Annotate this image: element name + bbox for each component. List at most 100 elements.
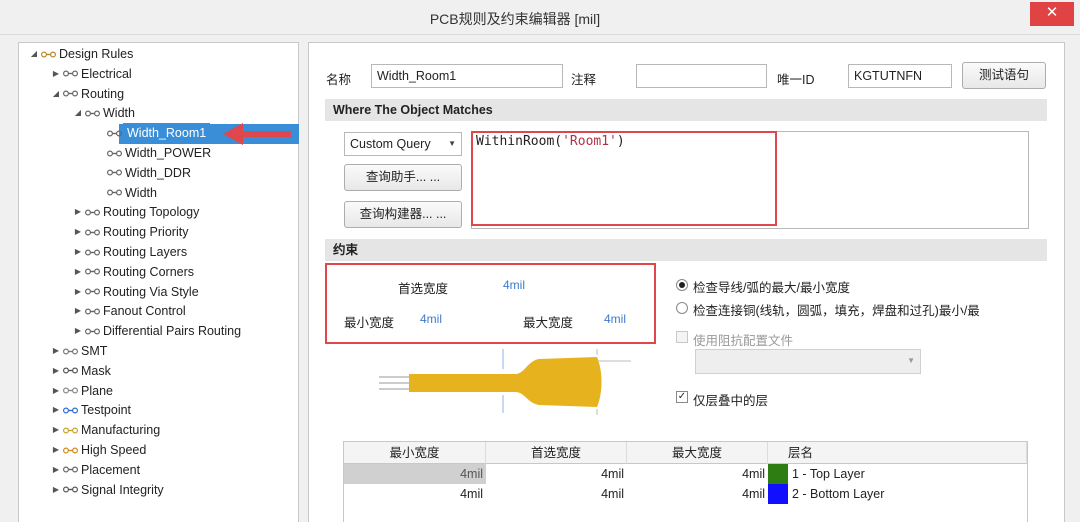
comment-label: 注释 [571, 73, 597, 87]
tree-item-high-speed[interactable]: ▶ High Speed [49, 440, 146, 460]
tree-item-label: Electrical [81, 66, 132, 81]
collapse-toggle-icon[interactable]: ◢ [49, 84, 63, 104]
tree-item-label: Manufacturing [81, 423, 161, 438]
tree-item-fanout-control[interactable]: ▶ Fanout Control [71, 301, 186, 321]
red-arrow-annotation [223, 123, 291, 145]
tree-item-width[interactable]: Width [93, 183, 157, 203]
tree-item-manufacturing[interactable]: ▶ Manufacturing [49, 420, 160, 440]
expand-toggle-icon[interactable]: ▶ [71, 282, 85, 302]
query-type-select[interactable]: Custom Query ▼ [344, 132, 462, 156]
expand-toggle-icon[interactable]: ▶ [71, 321, 85, 341]
expand-toggle-icon[interactable]: ▶ [49, 480, 63, 500]
tree-item-width-room1-selected[interactable]: Width_Room1 [93, 123, 211, 144]
tree-item-plane[interactable]: ▶ Plane [49, 381, 113, 401]
unique-id-field[interactable]: KGTUTNFN [848, 64, 952, 88]
high-speed-icon [63, 444, 78, 457]
stack-layers-only-checkbox[interactable]: ✓ [676, 391, 688, 403]
collapse-toggle-icon[interactable]: ◢ [27, 44, 41, 64]
row2-max[interactable]: 4mil [627, 484, 768, 504]
expand-toggle-icon[interactable]: ▶ [49, 400, 63, 420]
row1-min[interactable]: 4mil [344, 464, 486, 484]
tree-item-label: Routing Corners [103, 264, 195, 279]
tree-item-label: Routing Via Style [103, 284, 199, 299]
impedance-profile-label: 使用阻抗配置文件 [693, 334, 794, 348]
expand-toggle-icon[interactable]: ▶ [71, 202, 85, 222]
comment-field[interactable] [636, 64, 767, 88]
routing-topology-icon [85, 206, 100, 219]
trace-width-diagram [379, 349, 631, 415]
title-bar: PCB规则及约束编辑器 [mil] ✕ [0, 0, 1080, 35]
tree-item-label: Routing Layers [103, 245, 188, 259]
tree-item-label: Width [103, 106, 135, 121]
testpoint-icon [63, 404, 78, 417]
tree-item-routing-layers[interactable]: ▶ Routing Layers [71, 242, 187, 262]
tree-item-testpoint[interactable]: ▶ Testpoint [49, 400, 131, 420]
rules-tree[interactable]: ◢ Design Rules ▶ Electrical ◢ Routing ◢ Width Wi… [18, 42, 299, 522]
tree-item-routing-corners[interactable]: ▶ Routing Corners [71, 262, 194, 282]
plane-icon [63, 384, 78, 397]
tree-item-routing[interactable]: ◢ Routing [49, 84, 124, 104]
expand-toggle-icon[interactable]: ▶ [49, 440, 63, 460]
name-field[interactable]: Width_Room1 [371, 64, 563, 88]
differential-pairs-icon [85, 325, 100, 338]
expand-toggle-icon[interactable]: ▶ [71, 301, 85, 321]
expand-toggle-icon[interactable]: ▶ [71, 222, 85, 242]
impedance-profile-select[interactable]: ▼ [695, 349, 921, 374]
col-header-preferred[interactable]: 首选宽度 [486, 442, 627, 464]
expand-toggle-icon[interactable]: ▶ [71, 242, 85, 262]
col-header-layer[interactable]: 层名 [768, 442, 1027, 464]
tree-item-differential-pairs-routing[interactable]: ▶ Differential Pairs Routing [71, 321, 241, 341]
tree-item-width-power[interactable]: Width_POWER [93, 143, 211, 163]
tree-item-signal-integrity[interactable]: ▶ Signal Integrity [49, 480, 164, 500]
tree-item-routing-priority[interactable]: ▶ Routing Priority [71, 222, 189, 242]
design-rules-icon [41, 48, 56, 61]
expand-toggle-icon[interactable]: ▶ [49, 361, 63, 381]
expand-toggle-icon[interactable]: ▶ [49, 460, 63, 480]
tree-item-routing-via-style[interactable]: ▶ Routing Via Style [71, 282, 199, 302]
col-header-max[interactable]: 最大宽度 [627, 442, 768, 464]
smt-icon [63, 345, 78, 358]
test-query-button[interactable]: 测试语句 [962, 62, 1046, 89]
close-button[interactable]: ✕ [1030, 2, 1074, 26]
row1-layer-name[interactable]: 1 - Top Layer [788, 464, 1027, 484]
stack-layers-only-label: 仅层叠中的层 [693, 394, 769, 408]
tree-item-design-rules[interactable]: ◢ Design Rules [27, 44, 133, 64]
tree-item-label: Testpoint [81, 403, 132, 418]
row2-preferred[interactable]: 4mil [486, 484, 627, 504]
tree-item-label: Routing [81, 86, 125, 101]
tree-item-mask[interactable]: ▶ Mask [49, 361, 111, 381]
expand-toggle-icon[interactable]: ▶ [49, 420, 63, 440]
width-rule-icon [107, 127, 122, 140]
tree-item-width-ddr[interactable]: Width_DDR [93, 163, 191, 183]
tree-item-electrical[interactable]: ▶ Electrical [49, 64, 132, 84]
tree-item-label: Width_DDR [125, 165, 191, 180]
row2-min[interactable]: 4mil [344, 484, 486, 504]
routing-corners-icon [85, 265, 100, 278]
check-trace-width-radio[interactable] [676, 279, 688, 291]
width-rule-icon [107, 166, 122, 179]
expand-toggle-icon[interactable]: ▶ [71, 262, 85, 282]
query-helper-button[interactable]: 查询助手... ... [344, 164, 462, 191]
tree-item-routing-topology[interactable]: ▶ Routing Topology [71, 202, 199, 222]
collapse-toggle-icon[interactable]: ◢ [71, 103, 85, 123]
query-builder-button[interactable]: 查询构建器... ... [344, 201, 462, 228]
tree-item-smt[interactable]: ▶ SMT [49, 341, 107, 361]
row2-layer-name[interactable]: 2 - Bottom Layer [788, 484, 1027, 504]
row1-max[interactable]: 4mil [627, 464, 768, 484]
row1-preferred[interactable]: 4mil [486, 464, 627, 484]
col-header-min[interactable]: 最小宽度 [344, 442, 486, 464]
expand-toggle-icon[interactable]: ▶ [49, 64, 63, 84]
width-rule-icon [107, 147, 122, 160]
tree-item-label: Width_POWER [125, 146, 212, 160]
tree-item-label: Routing Topology [103, 205, 200, 220]
impedance-profile-checkbox[interactable] [676, 331, 688, 343]
tree-item-width[interactable]: ◢ Width [71, 103, 135, 123]
tree-item-label: SMT [81, 344, 108, 358]
tree-item-placement[interactable]: ▶ Placement [49, 460, 140, 480]
tree-item-label: Differential Pairs Routing [103, 324, 242, 339]
check-copper-width-radio[interactable] [676, 302, 688, 314]
rule-detail-panel: 名称 Width_Room1 注释 唯一ID KGTUTNFN 测试语句 Whe… [308, 42, 1065, 522]
expand-toggle-icon[interactable]: ▶ [49, 381, 63, 401]
tree-item-label: High Speed [81, 443, 147, 457]
expand-toggle-icon[interactable]: ▶ [49, 341, 63, 361]
